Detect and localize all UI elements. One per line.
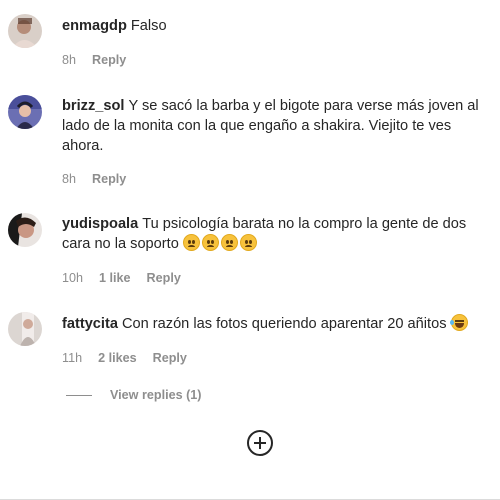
view-replies-line	[66, 394, 92, 396]
comment-meta: 8h Reply	[62, 53, 126, 67]
comment-username[interactable]: yudispoala	[62, 216, 138, 232]
comment-text: brizz_sol Y se sacó la barba y el bigote …	[62, 96, 482, 156]
sad-face-icon	[201, 234, 219, 251]
reply-button[interactable]: Reply	[92, 172, 126, 186]
comment-username[interactable]: enmagdp	[62, 18, 127, 34]
comment-meta: 11h 2 likes Reply	[62, 351, 187, 365]
comment-text: yudispoala Tu psicología barata no la com…	[62, 214, 482, 254]
comment-time: 11h	[62, 351, 83, 365]
reply-button[interactable]: Reply	[147, 271, 181, 285]
avatar-image	[8, 213, 42, 247]
comment-body: Falso	[130, 18, 167, 34]
comment-time: 8h	[62, 53, 77, 67]
comment-username[interactable]: brizz_sol	[62, 98, 124, 114]
reply-button[interactable]: Reply	[153, 351, 187, 365]
comment-body: Y se sacó la barba y el bigote para vers…	[62, 98, 479, 154]
comment-text: fattycita Con razón las fotos queriendo a…	[62, 314, 482, 334]
comment-body: Con razón las fotos queriendo aparentar …	[121, 316, 447, 332]
avatar-image	[8, 14, 42, 48]
avatar[interactable]	[8, 312, 42, 346]
comment-time: 10h	[62, 271, 84, 285]
avatar[interactable]	[8, 95, 42, 129]
likes-count[interactable]: 1 like	[99, 271, 131, 285]
comment-meta: 10h 1 like Reply	[62, 271, 181, 285]
plus-circle-icon[interactable]	[247, 430, 273, 456]
sad-face-icon	[239, 234, 257, 251]
comment-time: 8h	[62, 172, 77, 186]
avatar[interactable]	[8, 213, 42, 247]
laughing-tears-face-icon	[449, 314, 468, 331]
sad-face-icon	[220, 234, 238, 251]
comment-text: enmagdp Falso	[62, 16, 482, 36]
comment-meta: 8h Reply	[62, 172, 126, 186]
avatar-image	[8, 95, 42, 129]
sad-face-icon	[182, 234, 200, 251]
reply-button[interactable]: Reply	[92, 53, 126, 67]
comment-username[interactable]: fattycita	[62, 316, 118, 332]
likes-count[interactable]: 2 likes	[98, 351, 137, 365]
avatar-image	[8, 312, 42, 346]
avatar[interactable]	[8, 14, 42, 48]
view-replies-button[interactable]: View replies (1)	[66, 388, 201, 402]
view-replies-label: View replies (1)	[110, 388, 202, 402]
